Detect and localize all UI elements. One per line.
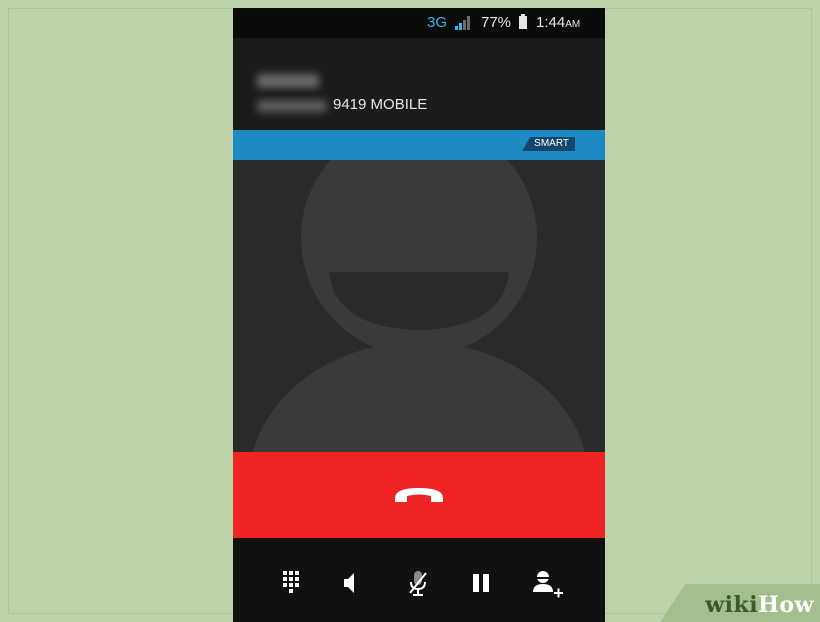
clock-suffix: AM [565, 19, 581, 30]
caller-number-suffix: 9419 [333, 96, 367, 113]
add-contact-icon [533, 571, 563, 598]
hold-button[interactable] [466, 568, 496, 598]
speaker-button[interactable] [335, 568, 365, 598]
default-contact-avatar-icon [252, 160, 586, 452]
add-call-button[interactable] [531, 568, 563, 598]
mute-button[interactable] [403, 568, 433, 598]
pause-icon [473, 574, 489, 592]
watermark-part2: How [758, 592, 814, 618]
clock-time: 1:44 [536, 14, 566, 31]
speaker-icon [344, 573, 354, 593]
battery-icon [519, 14, 527, 29]
watermark-part1: wiki [705, 592, 759, 618]
status-bar: 3G 77% 1:44AM [233, 8, 605, 38]
caller-number-redacted [257, 100, 327, 112]
caller-number-type: MOBILE [370, 96, 428, 113]
clock: 1:44AM [536, 14, 580, 31]
caller-info: 9419 MOBILE [233, 38, 605, 130]
carrier-badge: SMART [522, 137, 575, 151]
end-call-button[interactable] [233, 452, 605, 538]
signal-icon [455, 16, 471, 30]
wikihow-watermark: wikiHow [705, 592, 814, 618]
dialpad-button[interactable] [276, 568, 306, 598]
image-stage: 3G 77% 1:44AM 9419 MOBILE SMART wikiHow [0, 0, 820, 622]
call-actions-bar [233, 538, 605, 622]
avatar-body [252, 342, 586, 452]
battery-percent: 77% [481, 14, 512, 31]
carrier-band: SMART [233, 130, 605, 160]
hang-up-icon [395, 488, 443, 502]
network-type: 3G [427, 14, 448, 31]
contact-photo-area [233, 160, 605, 452]
caller-number-line: 9419 MOBILE [333, 96, 427, 113]
dialpad-icon [283, 571, 299, 593]
phone-screen: 3G 77% 1:44AM 9419 MOBILE SMART [233, 8, 605, 622]
microphone-muted-icon [409, 571, 427, 596]
caller-name-redacted [257, 74, 319, 88]
